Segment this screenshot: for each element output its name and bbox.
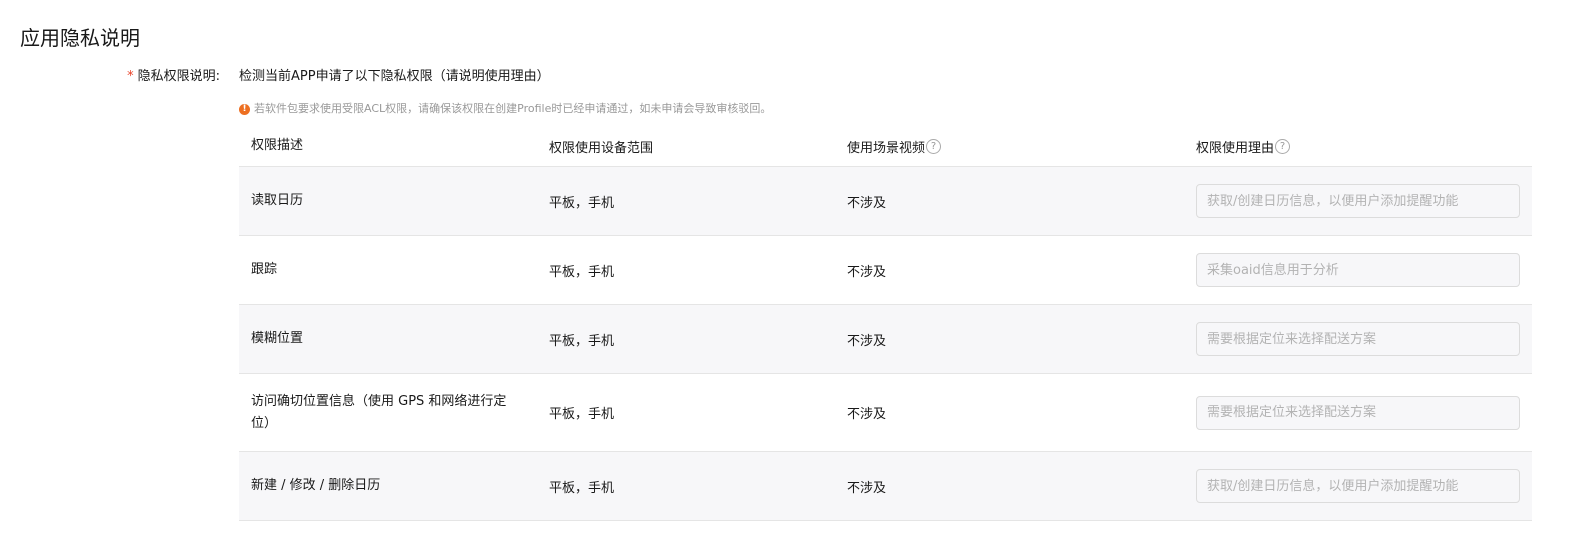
header-scene-video: 使用场景视频 ? (835, 137, 1184, 156)
row-scene-video: 不涉及 (847, 333, 887, 349)
table-row: 模糊位置 平板，手机 不涉及 (239, 305, 1532, 374)
row-permission-description: 模糊位置 (251, 331, 304, 346)
table-row: 读取日历 平板，手机 不涉及 (239, 167, 1532, 236)
privacy-permission-label: * 隐私权限说明: (60, 68, 220, 86)
header-scene-video-label: 使用场景视频 (847, 140, 926, 156)
usage-reason-input[interactable] (1196, 322, 1520, 356)
scene-video-help-icon[interactable]: ? (926, 138, 942, 154)
table-row: 跟踪 平板，手机 不涉及 (239, 236, 1532, 305)
header-device-scope: 权限使用设备范围 (549, 140, 654, 156)
acl-warning-text: 若软件包要求使用受限ACL权限，请确保该权限在创建Profile时已经申请通过，… (254, 102, 772, 115)
header-usage-reason: 权限使用理由 ? (1184, 137, 1532, 156)
required-mark: * (127, 69, 134, 84)
usage-reason-input[interactable] (1196, 184, 1520, 218)
row-scene-video: 不涉及 (847, 407, 887, 422)
header-permission-description: 权限描述 (251, 138, 304, 153)
header-usage-reason-label: 权限使用理由 (1196, 140, 1275, 156)
warning-icon: ! (239, 103, 250, 115)
row-permission-description: 访问确切位置信息（使用 GPS 和网络进行定位） (251, 393, 507, 431)
usage-reason-input[interactable] (1196, 469, 1520, 503)
row-device-scope: 平板，手机 (549, 480, 615, 496)
row-device-scope: 平板，手机 (549, 407, 615, 422)
table-row: 新建 / 修改 / 删除日历 平板，手机 不涉及 (239, 452, 1532, 521)
page-title: 应用隐私说明 (20, 26, 140, 50)
row-device-scope: 平板，手机 (549, 195, 615, 211)
row-scene-video: 不涉及 (847, 480, 887, 496)
table-row: 访问确切位置信息（使用 GPS 和网络进行定位） 平板，手机 不涉及 (239, 374, 1532, 452)
row-permission-description: 读取日历 (251, 193, 304, 208)
row-device-scope: 平板，手机 (549, 264, 615, 280)
row-scene-video: 不涉及 (847, 264, 887, 280)
row-scene-video: 不涉及 (847, 195, 887, 211)
row-permission-description: 跟踪 (251, 262, 278, 277)
usage-reason-help-icon[interactable]: ? (1275, 138, 1291, 154)
row-device-scope: 平板，手机 (549, 333, 615, 349)
usage-reason-input[interactable] (1196, 253, 1520, 287)
permission-table: 权限描述 权限使用设备范围 使用场景视频 ? 权限使用理由 ? 读取日历 平板，… (239, 126, 1532, 521)
table-header-row: 权限描述 权限使用设备范围 使用场景视频 ? 权限使用理由 ? (239, 126, 1532, 167)
acl-warning-tip: ! 若软件包要求使用受限ACL权限，请确保该权限在创建Profile时已经申请通… (239, 101, 771, 117)
usage-reason-input[interactable] (1196, 395, 1520, 430)
row-permission-description: 新建 / 修改 / 删除日历 (251, 478, 381, 493)
privacy-permission-label-text: 隐私权限说明: (137, 69, 220, 84)
privacy-permission-description: 检测当前APP申请了以下隐私权限（请说明使用理由） (239, 69, 550, 84)
